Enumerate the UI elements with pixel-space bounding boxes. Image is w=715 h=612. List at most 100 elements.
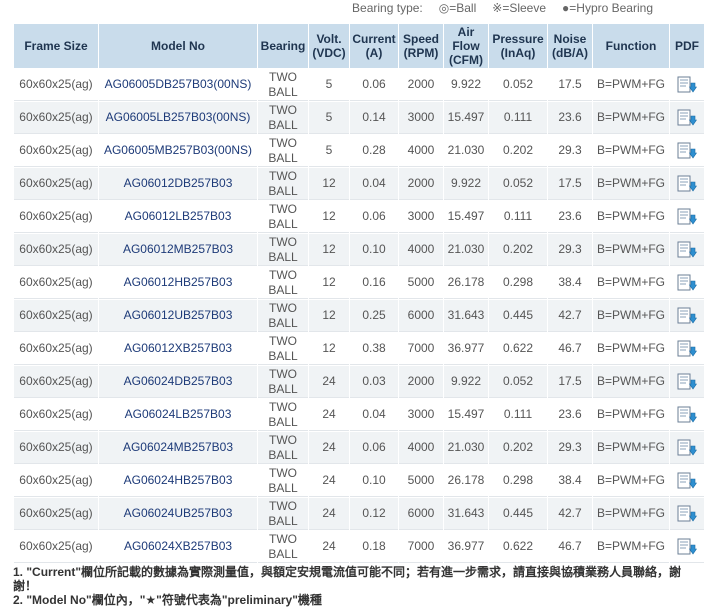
cell-noise: 23.6 xyxy=(548,399,592,431)
cell-airflow: 26.178 xyxy=(444,465,488,497)
cell-pdf[interactable] xyxy=(670,531,704,563)
cell-current: 0.12 xyxy=(350,498,398,530)
cell-pdf[interactable] xyxy=(670,201,704,233)
table-row: 60x60x25(ag) AG06005MB257B03(00NS) TWO BAL… xyxy=(14,135,704,167)
cell-airflow: 31.643 xyxy=(444,498,488,530)
pdf-download-icon[interactable] xyxy=(677,175,697,193)
cell-model[interactable]: AG06005DB257B03(00NS) xyxy=(99,69,257,101)
pdf-download-icon[interactable] xyxy=(677,208,697,226)
cell-speed: 6000 xyxy=(399,498,443,530)
table-header-row: Frame Size Model No Bearing Volt. (VDC) Curr… xyxy=(14,24,704,68)
cell-noise: 38.4 xyxy=(548,267,592,299)
cell-speed: 5000 xyxy=(399,267,443,299)
cell-model[interactable]: AG06024DB257B03 xyxy=(99,366,257,398)
cell-model[interactable]: AG06012LB257B03 xyxy=(99,201,257,233)
table-row: 60x60x25(ag) AG06012MB257B03 TWO BALL 12 0.1… xyxy=(14,234,704,266)
table-row: 60x60x25(ag) AG06005LB257B03(00NS) TWO BAL… xyxy=(14,102,704,134)
cell-current: 0.14 xyxy=(350,102,398,134)
pdf-download-icon[interactable] xyxy=(677,274,697,292)
pdf-download-icon[interactable] xyxy=(677,406,697,424)
cell-frame: 60x60x25(ag) xyxy=(14,432,98,464)
cell-volt: 24 xyxy=(309,432,349,464)
cell-pdf[interactable] xyxy=(670,465,704,497)
pdf-download-icon[interactable] xyxy=(677,538,697,556)
cell-function: B=PWM+FG xyxy=(593,135,669,167)
table-row: 60x60x25(ag) AG06024HB257B03 TWO BALL 24 0.1… xyxy=(14,465,704,497)
cell-airflow: 31.643 xyxy=(444,300,488,332)
cell-current: 0.28 xyxy=(350,135,398,167)
cell-bearing: TWO BALL xyxy=(258,69,308,101)
cell-model[interactable]: AG06012DB257B03 xyxy=(99,168,257,200)
cell-pressure: 0.202 xyxy=(489,234,547,266)
pdf-download-icon[interactable] xyxy=(677,505,697,523)
cell-pdf[interactable] xyxy=(670,498,704,530)
footnotes: 1. "Current"欄位所記載的數據為實際測量值，與額定安規電流值可能不同；… xyxy=(13,565,703,607)
pdf-download-icon[interactable] xyxy=(677,241,697,259)
cell-current: 0.03 xyxy=(350,366,398,398)
cell-bearing: TWO BALL xyxy=(258,201,308,233)
column-header-pressure: Pressure (InAq) xyxy=(489,24,547,68)
cell-bearing: TWO BALL xyxy=(258,168,308,200)
cell-pdf[interactable] xyxy=(670,168,704,200)
cell-current: 0.06 xyxy=(350,432,398,464)
cell-model[interactable]: AG06005LB257B03(00NS) xyxy=(99,102,257,134)
cell-frame: 60x60x25(ag) xyxy=(14,234,98,266)
cell-bearing: TWO BALL xyxy=(258,531,308,563)
cell-noise: 23.6 xyxy=(548,201,592,233)
cell-pressure: 0.445 xyxy=(489,300,547,332)
cell-model[interactable]: AG06024LB257B03 xyxy=(99,399,257,431)
pdf-download-icon[interactable] xyxy=(677,439,697,457)
pdf-download-icon[interactable] xyxy=(677,472,697,490)
cell-current: 0.25 xyxy=(350,300,398,332)
column-header-frame-size: Frame Size xyxy=(14,24,98,68)
pdf-download-icon[interactable] xyxy=(677,373,697,391)
column-header-bearing: Bearing xyxy=(258,24,308,68)
cell-volt: 24 xyxy=(309,531,349,563)
pdf-download-icon[interactable] xyxy=(677,307,697,325)
cell-model[interactable]: AG06012XB257B03 xyxy=(99,333,257,365)
cell-pdf[interactable] xyxy=(670,300,704,332)
cell-model[interactable]: AG06012HB257B03 xyxy=(99,267,257,299)
cell-pdf[interactable] xyxy=(670,135,704,167)
cell-model[interactable]: AG06024HB257B03 xyxy=(99,465,257,497)
cell-speed: 3000 xyxy=(399,102,443,134)
legend-sleeve: ※=Sleeve xyxy=(492,1,547,15)
cell-pdf[interactable] xyxy=(670,399,704,431)
cell-pdf[interactable] xyxy=(670,432,704,464)
cell-pdf[interactable] xyxy=(670,102,704,134)
cell-model[interactable]: AG06012UB257B03 xyxy=(99,300,257,332)
cell-current: 0.10 xyxy=(350,234,398,266)
cell-model[interactable]: AG06005MB257B03(00NS) xyxy=(99,135,257,167)
cell-pdf[interactable] xyxy=(670,366,704,398)
cell-current: 0.06 xyxy=(350,69,398,101)
table-row: 60x60x25(ag) AG06012UB257B03 TWO BALL 12 0.2… xyxy=(14,300,704,332)
cell-model[interactable]: AG06024UB257B03 xyxy=(99,498,257,530)
cell-model[interactable]: AG06024MB257B03 xyxy=(99,432,257,464)
cell-bearing: TWO BALL xyxy=(258,432,308,464)
pdf-download-icon[interactable] xyxy=(677,142,697,160)
cell-pdf[interactable] xyxy=(670,333,704,365)
cell-pressure: 0.052 xyxy=(489,366,547,398)
table-row: 60x60x25(ag) AG06005DB257B03(00NS) TWO BAL… xyxy=(14,69,704,101)
column-header-model-no: Model No xyxy=(99,24,257,68)
cell-function: B=PWM+FG xyxy=(593,366,669,398)
cell-pdf[interactable] xyxy=(670,69,704,101)
table-body: 60x60x25(ag) AG06005DB257B03(00NS) TWO BAL… xyxy=(14,69,704,563)
cell-speed: 3000 xyxy=(399,399,443,431)
cell-model[interactable]: AG06012MB257B03 xyxy=(99,234,257,266)
cell-model[interactable]: AG06024XB257B03 xyxy=(99,531,257,563)
cell-pdf[interactable] xyxy=(670,267,704,299)
cell-airflow: 26.178 xyxy=(444,267,488,299)
cell-pressure: 0.445 xyxy=(489,498,547,530)
cell-speed: 7000 xyxy=(399,531,443,563)
cell-pdf[interactable] xyxy=(670,234,704,266)
table-row: 60x60x25(ag) AG06024MB257B03 TWO BALL 24 0.0… xyxy=(14,432,704,464)
cell-bearing: TWO BALL xyxy=(258,102,308,134)
cell-noise: 42.7 xyxy=(548,498,592,530)
column-header-speed: Speed (RPM) xyxy=(399,24,443,68)
cell-volt: 12 xyxy=(309,201,349,233)
pdf-download-icon[interactable] xyxy=(677,76,697,94)
pdf-download-icon[interactable] xyxy=(677,340,697,358)
cell-airflow: 21.030 xyxy=(444,234,488,266)
pdf-download-icon[interactable] xyxy=(677,109,697,127)
